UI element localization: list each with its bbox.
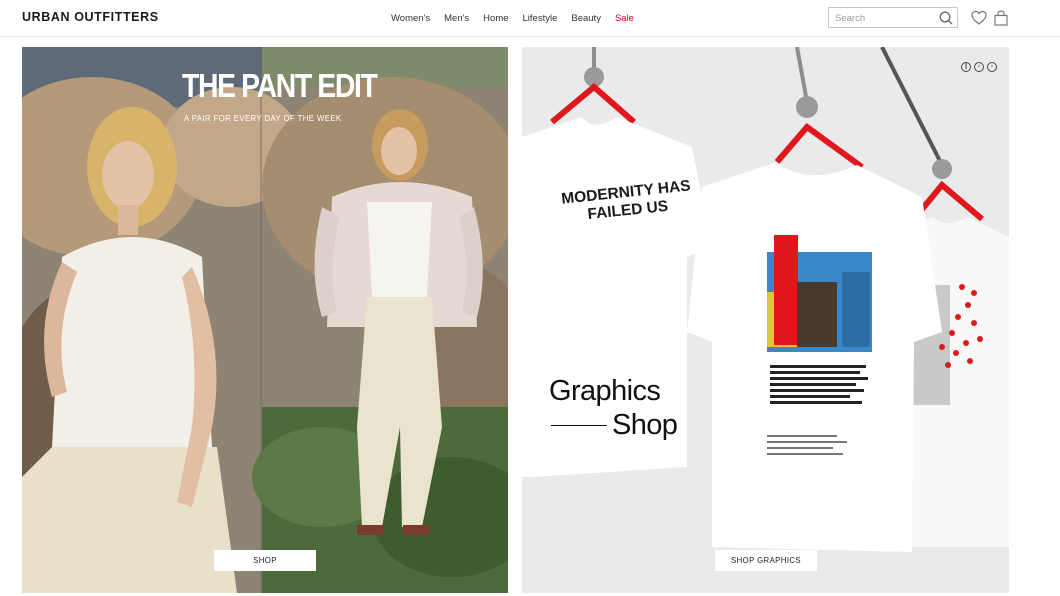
nav-womens[interactable]: Women's	[391, 13, 430, 24]
promo-subheadline: A PAIR FOR EVERY DAY OF THE WEEK	[184, 114, 342, 123]
pant-edit-photo	[22, 47, 508, 593]
site-header: URBAN OUTFITTERS Women's Men's Home Life…	[0, 0, 1060, 37]
shop-graphics-button[interactable]: SHOP GRAPHICS	[715, 550, 817, 571]
brand-logo[interactable]: URBAN OUTFITTERS	[22, 10, 159, 24]
pause-icon[interactable]: ‖	[961, 62, 971, 72]
nav-sale[interactable]: Sale	[615, 13, 634, 24]
nav-beauty[interactable]: Beauty	[571, 13, 601, 24]
nav-lifestyle[interactable]: Lifestyle	[523, 13, 558, 24]
shopping-bag-icon[interactable]	[992, 9, 1010, 27]
graphics-shop-banner[interactable]: MODERNITY HAS FAILED US ‖ ‹ › Graphics S…	[522, 47, 1009, 593]
graphics-title: Graphics	[549, 375, 661, 407]
next-icon[interactable]: ›	[987, 62, 997, 72]
search-box	[828, 7, 958, 28]
search-icon[interactable]	[938, 10, 954, 26]
graphics-subtitle: Shop	[612, 409, 678, 441]
nav-mens[interactable]: Men's	[444, 13, 469, 24]
main-nav: Women's Men's Home Lifestyle Beauty Sale	[391, 13, 648, 24]
previous-icon[interactable]: ‹	[974, 62, 984, 72]
title-rule	[551, 425, 607, 426]
carousel-controls: ‖ ‹ ›	[961, 62, 997, 72]
search-input[interactable]	[833, 10, 937, 27]
pant-edit-banner[interactable]: THE PANT EDIT A PAIR FOR EVERY DAY OF TH…	[22, 47, 508, 593]
promo-headline: THE PANT EDIT	[182, 67, 378, 104]
shop-button[interactable]: SHOP	[214, 550, 316, 571]
heart-icon[interactable]	[970, 9, 988, 27]
nav-home[interactable]: Home	[483, 13, 508, 24]
graphics-tees-photo	[522, 47, 1009, 593]
